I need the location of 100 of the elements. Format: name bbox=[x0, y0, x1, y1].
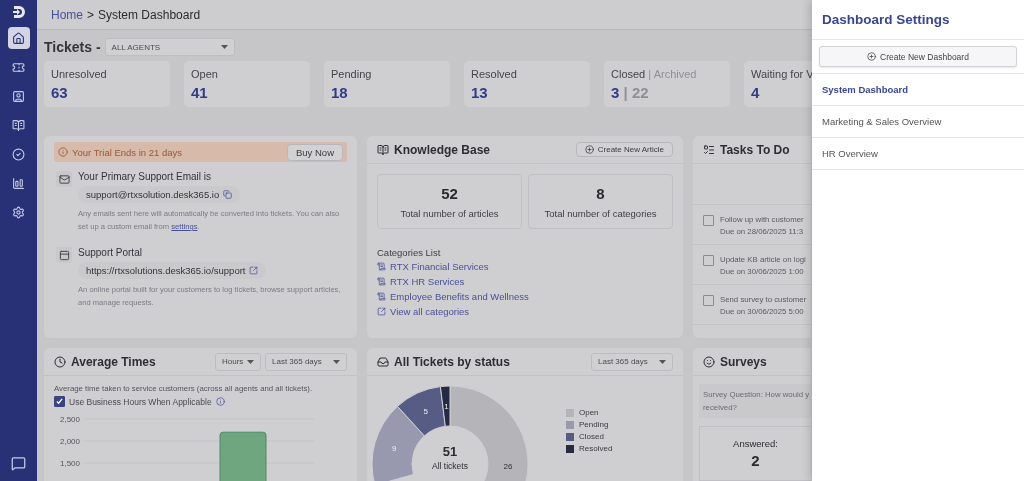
range-dropdown[interactable]: Last 365 days bbox=[265, 352, 347, 371]
agent-filter-dropdown[interactable]: ALL AGENTS bbox=[104, 38, 235, 56]
caret-icon bbox=[333, 359, 340, 364]
stat-value: 41 bbox=[191, 84, 209, 101]
email-address[interactable]: support@rtxsolution.desk365.io bbox=[78, 186, 241, 203]
document-icon bbox=[377, 262, 386, 271]
legend-item: Pending bbox=[566, 420, 613, 429]
dashboard-item[interactable]: System Dashboard bbox=[812, 73, 1024, 105]
dashboard-item[interactable]: HR Overview bbox=[812, 137, 1024, 170]
stat-label: Pending bbox=[331, 68, 373, 80]
plus-icon bbox=[584, 145, 594, 154]
smiley-icon bbox=[703, 355, 715, 368]
mail-icon bbox=[56, 171, 72, 187]
document-icon bbox=[377, 277, 386, 286]
chart-bar bbox=[219, 431, 267, 481]
business-hours-checkbox[interactable]: Use Business Hours When Applicable bbox=[44, 396, 357, 407]
buy-now-button[interactable]: Buy Now bbox=[287, 143, 343, 161]
check-icon bbox=[56, 398, 63, 405]
section-title: Tickets - bbox=[44, 39, 101, 55]
stat-card[interactable]: Closed | Archived 3 | 22 bbox=[604, 61, 730, 107]
stat-label: Closed | Archived bbox=[611, 68, 698, 80]
kb-stat-value: 52 bbox=[441, 184, 458, 202]
stat-value: 13 bbox=[471, 84, 489, 101]
stat-value: 18 bbox=[331, 84, 349, 101]
legend-item: Open bbox=[566, 408, 613, 417]
plus-icon bbox=[867, 52, 877, 61]
axis-label: 2,000 bbox=[59, 437, 80, 446]
axis-label: 2,500 bbox=[59, 415, 80, 424]
breadcrumb-link[interactable]: Home bbox=[51, 7, 83, 22]
task-checkbox[interactable] bbox=[703, 295, 714, 306]
external-link-icon bbox=[377, 307, 386, 316]
range-dropdown[interactable]: Last 365 days bbox=[591, 352, 673, 371]
category-link[interactable]: Employee Benefits and Wellness bbox=[377, 291, 529, 302]
stat-label: Unresolved bbox=[51, 68, 108, 80]
portal-url[interactable]: https://rtxsolutions.desk365.io/support bbox=[78, 262, 267, 279]
book-icon bbox=[377, 143, 389, 156]
task-checkbox[interactable] bbox=[703, 215, 714, 226]
create-article-button[interactable]: Create New Article bbox=[575, 142, 673, 157]
stat-card[interactable]: Resolved 13 bbox=[464, 61, 590, 107]
slice-label: 9 bbox=[392, 444, 397, 454]
house-icon bbox=[12, 31, 25, 45]
stat-value: 3 | 22 bbox=[611, 84, 650, 101]
clock-icon bbox=[54, 355, 66, 368]
panel-title: Surveys bbox=[703, 354, 767, 369]
slice-label: 1 bbox=[444, 402, 449, 412]
stat-value: 63 bbox=[51, 84, 69, 101]
panel-title: All Tickets by status bbox=[377, 354, 510, 369]
bar-chart-icon bbox=[12, 176, 25, 190]
slice-label: 5 bbox=[423, 407, 428, 417]
create-dashboard-button[interactable]: Create New Dashboard bbox=[819, 46, 1017, 67]
task-checkbox[interactable] bbox=[703, 255, 714, 266]
total-value: 51 bbox=[442, 444, 458, 459]
external-link-icon[interactable] bbox=[249, 266, 259, 275]
inbox-icon bbox=[377, 355, 389, 368]
total-label: All tickets bbox=[432, 461, 468, 471]
kb-stat-value: 8 bbox=[596, 184, 605, 202]
panel-title: Tasks To Do bbox=[703, 142, 790, 157]
breadcrumb-current: System Dashboard bbox=[98, 7, 201, 22]
legend-item: Resolved bbox=[566, 444, 613, 453]
logo-icon bbox=[10, 4, 27, 20]
ticket-icon bbox=[12, 60, 25, 74]
caret-icon bbox=[247, 359, 254, 364]
panel-title: Knowledge Base bbox=[377, 142, 491, 157]
settings-icon bbox=[12, 205, 25, 219]
book-icon bbox=[12, 118, 25, 132]
home-nav-button[interactable] bbox=[7, 27, 30, 49]
dashboard-item[interactable]: Marketing & Sales Overview bbox=[812, 105, 1024, 137]
category-link[interactable]: RTX HR Services bbox=[377, 276, 465, 287]
stat-card[interactable]: Unresolved 63 bbox=[44, 61, 170, 107]
drawer-title: Dashboard Settings bbox=[812, 0, 1024, 40]
checkbox[interactable] bbox=[54, 396, 65, 407]
panel-title: Average Times bbox=[54, 354, 156, 369]
stat-label: Open bbox=[191, 68, 219, 80]
stat-value: 4 bbox=[751, 84, 761, 101]
chat-icon[interactable] bbox=[11, 456, 26, 471]
document-icon bbox=[377, 292, 386, 301]
stat-card[interactable]: Pending 18 bbox=[324, 61, 450, 107]
answered-value: 2 bbox=[751, 452, 760, 469]
caret-icon bbox=[220, 45, 228, 49]
axis-label: 1,500 bbox=[59, 459, 80, 468]
portal-icon bbox=[56, 247, 72, 263]
email-title: Your Primary Support Email is bbox=[78, 171, 212, 182]
check-circle-icon bbox=[12, 147, 25, 161]
category-link[interactable]: RTX Financial Services bbox=[377, 261, 489, 272]
stat-label: Resolved bbox=[471, 68, 518, 80]
categories-title: Categories List bbox=[377, 247, 442, 258]
unit-dropdown[interactable]: Hours bbox=[215, 352, 261, 371]
caret-icon bbox=[659, 359, 666, 364]
kb-stat-label: Total number of articles bbox=[400, 207, 499, 219]
portal-title: Support Portal bbox=[78, 247, 143, 258]
contact-card-icon bbox=[12, 89, 25, 103]
legend-item: Closed bbox=[566, 432, 613, 441]
trial-text: Your Trial Ends in 21 days bbox=[58, 146, 183, 158]
kb-stat-label: Total number of categories bbox=[544, 207, 657, 219]
answered-label: Answered: bbox=[733, 438, 778, 449]
checkbox-label: Use Business Hours When Applicable bbox=[69, 396, 212, 407]
checklist-icon bbox=[703, 143, 715, 156]
slice-label: 26 bbox=[503, 461, 513, 471]
view-all-link[interactable]: View all categories bbox=[377, 306, 470, 317]
stat-card[interactable]: Open 41 bbox=[184, 61, 310, 107]
